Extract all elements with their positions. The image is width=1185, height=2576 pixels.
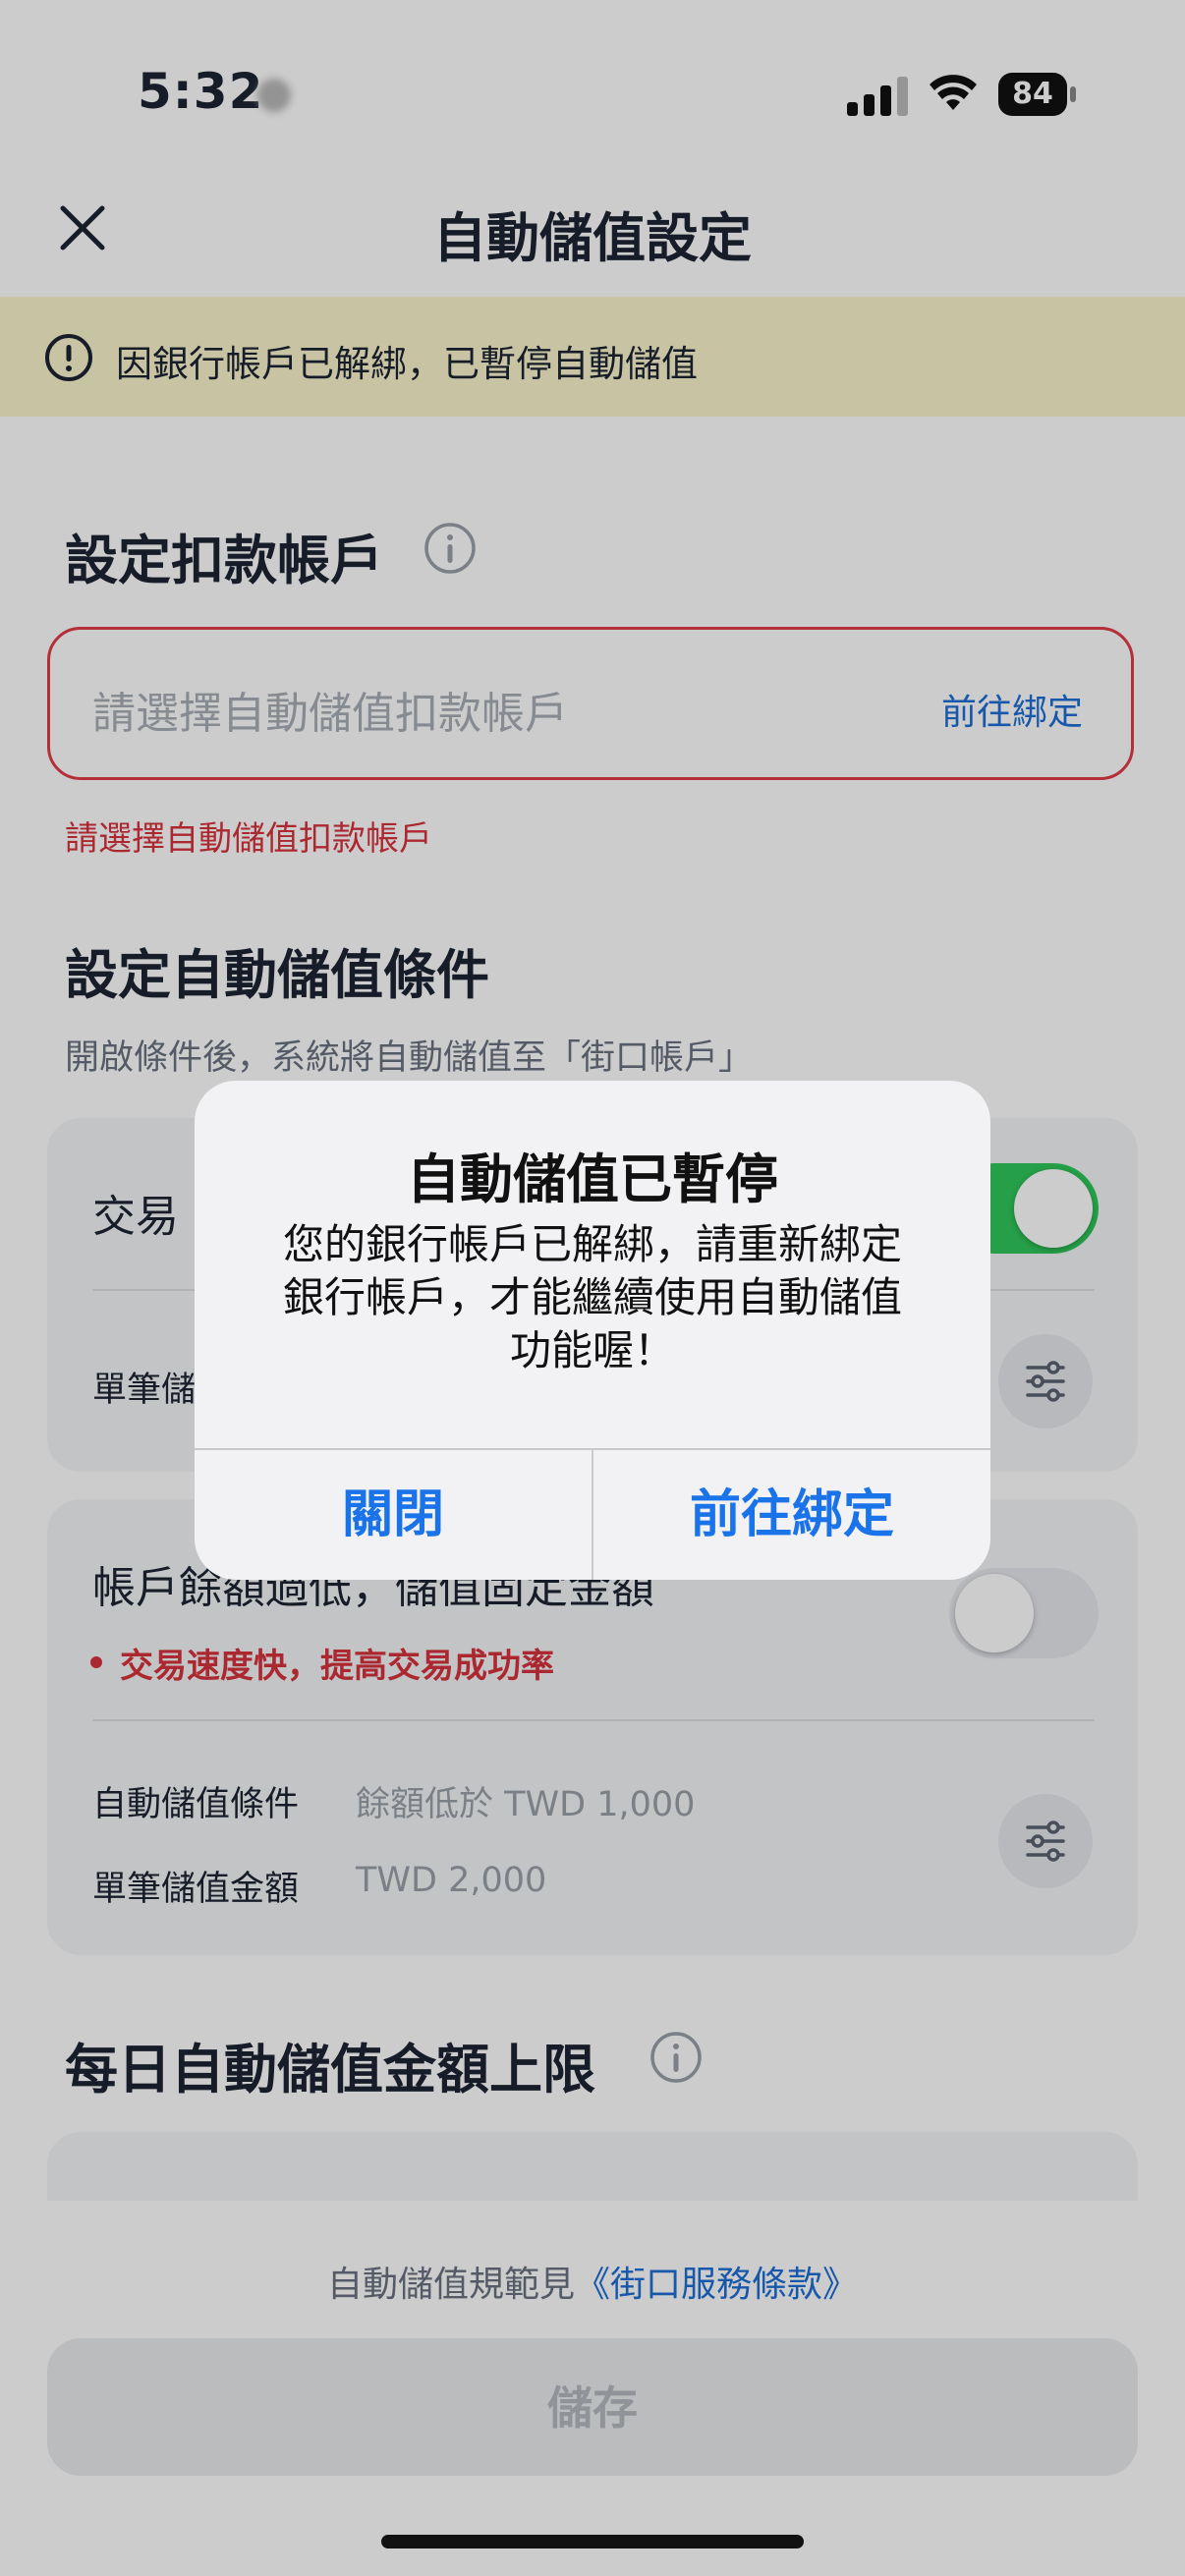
dialog-bind-button[interactable]: 前往綁定	[593, 1450, 990, 1580]
dialog-title: 自動儲值已暫停	[407, 1148, 778, 1210]
dialog-close-button[interactable]: 關閉	[195, 1450, 592, 1580]
home-indicator	[381, 2535, 804, 2548]
dialog-message: 您的銀行帳戶已解綁，請重新綁定銀行帳戶，才能繼續使用自動儲值功能喔！	[282, 1220, 902, 1374]
alert-dialog: 自動儲值已暫停 您的銀行帳戶已解綁，請重新綁定銀行帳戶，才能繼續使用自動儲值功能…	[195, 1081, 990, 1580]
